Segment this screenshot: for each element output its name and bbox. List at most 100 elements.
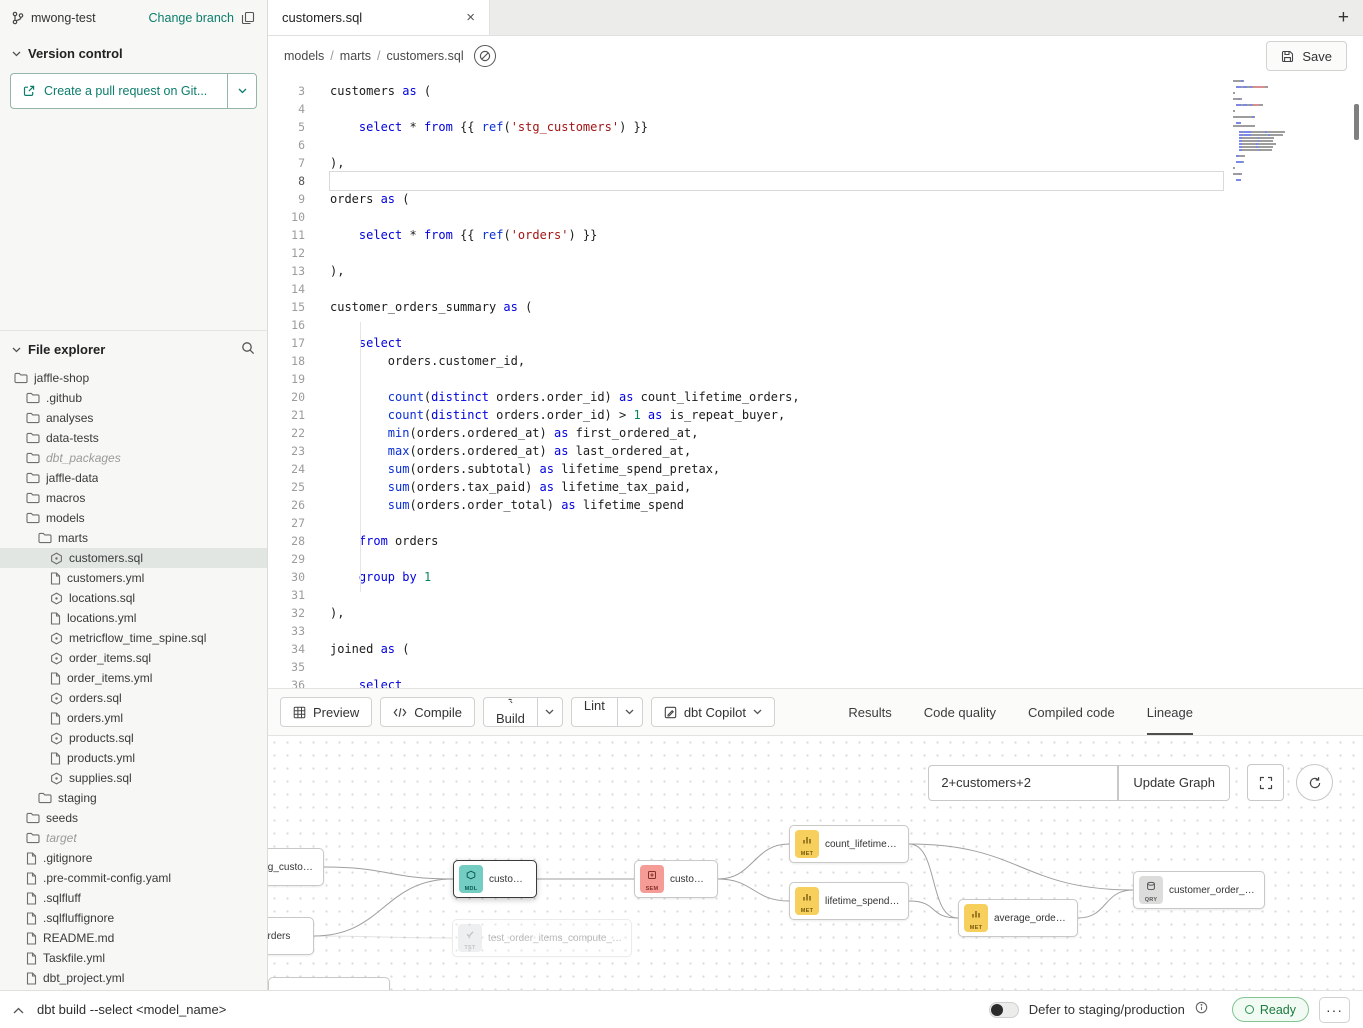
- file-tree-item[interactable]: metricflow_time_spine.sql: [0, 628, 267, 648]
- code-line[interactable]: ),: [330, 604, 1223, 622]
- file-tree-item[interactable]: marts: [0, 528, 267, 548]
- file-tree-item[interactable]: .gitignore: [0, 848, 267, 868]
- create-pr-button[interactable]: Create a pull request on Git...: [10, 73, 227, 109]
- preview-button[interactable]: Preview: [280, 697, 372, 727]
- code-line[interactable]: [330, 136, 1223, 154]
- code-line[interactable]: customers as (: [330, 82, 1223, 100]
- code-line[interactable]: [330, 622, 1223, 640]
- code-line[interactable]: ),: [330, 262, 1223, 280]
- file-tree-item[interactable]: analyses: [0, 408, 267, 428]
- defer-toggle[interactable]: [989, 1002, 1019, 1018]
- code-line[interactable]: sum(orders.order_total) as lifetime_spen…: [330, 496, 1223, 514]
- minimap[interactable]: [1233, 80, 1313, 182]
- code-line[interactable]: select: [330, 334, 1223, 352]
- change-branch-link[interactable]: Change branch: [149, 11, 234, 25]
- file-tree-item[interactable]: .sqlfluffignore: [0, 908, 267, 928]
- code-line[interactable]: [330, 550, 1223, 568]
- code-line[interactable]: group by 1: [330, 568, 1223, 586]
- code-line[interactable]: [330, 172, 1223, 190]
- code-line[interactable]: [330, 244, 1223, 262]
- tab-customers-sql[interactable]: customers.sql ×: [268, 0, 490, 35]
- update-graph-button[interactable]: Update Graph: [1118, 765, 1230, 801]
- file-tree-item[interactable]: customers.sql: [0, 548, 267, 568]
- file-explorer-header[interactable]: File explorer: [0, 331, 267, 368]
- code-line[interactable]: [330, 514, 1223, 532]
- version-control-header[interactable]: Version control: [0, 36, 267, 69]
- status-badge[interactable]: Ready: [1232, 997, 1309, 1022]
- file-tree-item[interactable]: jaffle-data: [0, 468, 267, 488]
- dbt-copilot-button[interactable]: dbt Copilot: [651, 697, 775, 727]
- build-button[interactable]: Build: [483, 697, 537, 727]
- file-tree-item[interactable]: seeds: [0, 808, 267, 828]
- file-tree-item[interactable]: locations.sql: [0, 588, 267, 608]
- lineage-node-customer_order_metrics[interactable]: QRYcustomer_order_metrics: [1133, 871, 1265, 909]
- lint-button[interactable]: Lint: [571, 697, 617, 727]
- lineage-node-customers_sem[interactable]: SEMcustomers: [634, 860, 718, 898]
- chevron-up-icon[interactable]: [13, 1001, 24, 1019]
- code-line[interactable]: select: [330, 676, 1223, 688]
- lint-dropdown-button[interactable]: [617, 697, 643, 727]
- code-line[interactable]: customer_orders_summary as (: [330, 298, 1223, 316]
- close-icon[interactable]: ×: [466, 10, 475, 25]
- code-line[interactable]: orders as (: [330, 190, 1223, 208]
- editor-scrollbar[interactable]: [1353, 76, 1361, 688]
- lineage-node-test_order_items[interactable]: TSTtest_order_items_compute_to_bools...: [452, 919, 632, 957]
- info-icon[interactable]: [1195, 1001, 1208, 1019]
- lineage-node-stg_customers[interactable]: MDLstg_customers: [268, 848, 324, 886]
- ellipsis-icon[interactable]: ···: [1319, 997, 1350, 1023]
- file-tree-item[interactable]: target: [0, 828, 267, 848]
- code-line[interactable]: sum(orders.tax_paid) as lifetime_tax_pai…: [330, 478, 1223, 496]
- breadcrumb-item[interactable]: models: [284, 49, 324, 63]
- code-line[interactable]: [330, 316, 1223, 334]
- compile-button[interactable]: Compile: [380, 697, 475, 727]
- file-tree-item[interactable]: products.sql: [0, 728, 267, 748]
- panel-tab-compiled-code[interactable]: Compiled code: [1028, 689, 1115, 735]
- code-line[interactable]: [330, 658, 1223, 676]
- code-line[interactable]: min(orders.ordered_at) as first_ordered_…: [330, 424, 1223, 442]
- scrollbar-handle[interactable]: [1354, 104, 1359, 140]
- code-line[interactable]: orders.customer_id,: [330, 352, 1223, 370]
- code-line[interactable]: sum(orders.subtotal) as lifetime_spend_p…: [330, 460, 1223, 478]
- code-line[interactable]: [330, 208, 1223, 226]
- file-tree-item[interactable]: products.yml: [0, 748, 267, 768]
- file-tree-item[interactable]: jaffle-shop: [0, 368, 267, 388]
- lineage-node-count_lifetime_orders[interactable]: METcount_lifetime_orders: [789, 825, 909, 863]
- breadcrumb-item[interactable]: customers.sql: [387, 49, 464, 63]
- file-tree-item[interactable]: supplies.sql: [0, 768, 267, 788]
- file-state-icon[interactable]: [474, 45, 496, 67]
- file-tree-item[interactable]: models: [0, 508, 267, 528]
- file-tree-item[interactable]: orders.yml: [0, 708, 267, 728]
- file-tree-item[interactable]: macros: [0, 488, 267, 508]
- file-tree-item[interactable]: locations.yml: [0, 608, 267, 628]
- code-line[interactable]: select * from {{ ref('orders') }}: [330, 226, 1223, 244]
- file-tree-item[interactable]: data-tests: [0, 428, 267, 448]
- new-tab-button[interactable]: +: [1338, 7, 1349, 29]
- code-line[interactable]: select * from {{ ref('stg_customers') }}: [330, 118, 1223, 136]
- code-line[interactable]: count(distinct orders.order_id) as count…: [330, 388, 1223, 406]
- code-line[interactable]: max(orders.ordered_at) as last_ordered_a…: [330, 442, 1223, 460]
- pr-dropdown-button[interactable]: [227, 73, 257, 109]
- refresh-button[interactable]: [1296, 764, 1333, 801]
- file-tree-item[interactable]: README.md: [0, 928, 267, 948]
- lineage-node-average_order_value[interactable]: METaverage_order_value: [958, 899, 1078, 937]
- lineage-selector-input[interactable]: [928, 765, 1118, 801]
- file-tree-item[interactable]: .sqlfluff: [0, 888, 267, 908]
- code-line[interactable]: [330, 370, 1223, 388]
- breadcrumb-item[interactable]: marts: [340, 49, 371, 63]
- build-dropdown-button[interactable]: [537, 697, 563, 727]
- save-button[interactable]: Save: [1266, 41, 1347, 71]
- code-line[interactable]: joined as (: [330, 640, 1223, 658]
- file-tree-item[interactable]: customers.yml: [0, 568, 267, 588]
- file-tree-item[interactable]: staging: [0, 788, 267, 808]
- copy-icon[interactable]: [241, 11, 255, 25]
- lineage-node-customers_model[interactable]: MDLcustomers: [453, 860, 537, 898]
- panel-tab-results[interactable]: Results: [848, 689, 891, 735]
- file-tree-item[interactable]: dbt_project.yml: [0, 968, 267, 988]
- code-line[interactable]: [330, 280, 1223, 298]
- file-tree-item[interactable]: Taskfile.yml: [0, 948, 267, 968]
- file-tree-item[interactable]: order_items.yml: [0, 668, 267, 688]
- lineage-node-partial_bottom[interactable]: [268, 977, 390, 990]
- panel-tab-lineage[interactable]: Lineage: [1147, 689, 1193, 735]
- lineage-panel[interactable]: MDLstg_customersMDLordersMDLcustomersSEM…: [268, 736, 1363, 990]
- code-line[interactable]: ),: [330, 154, 1223, 172]
